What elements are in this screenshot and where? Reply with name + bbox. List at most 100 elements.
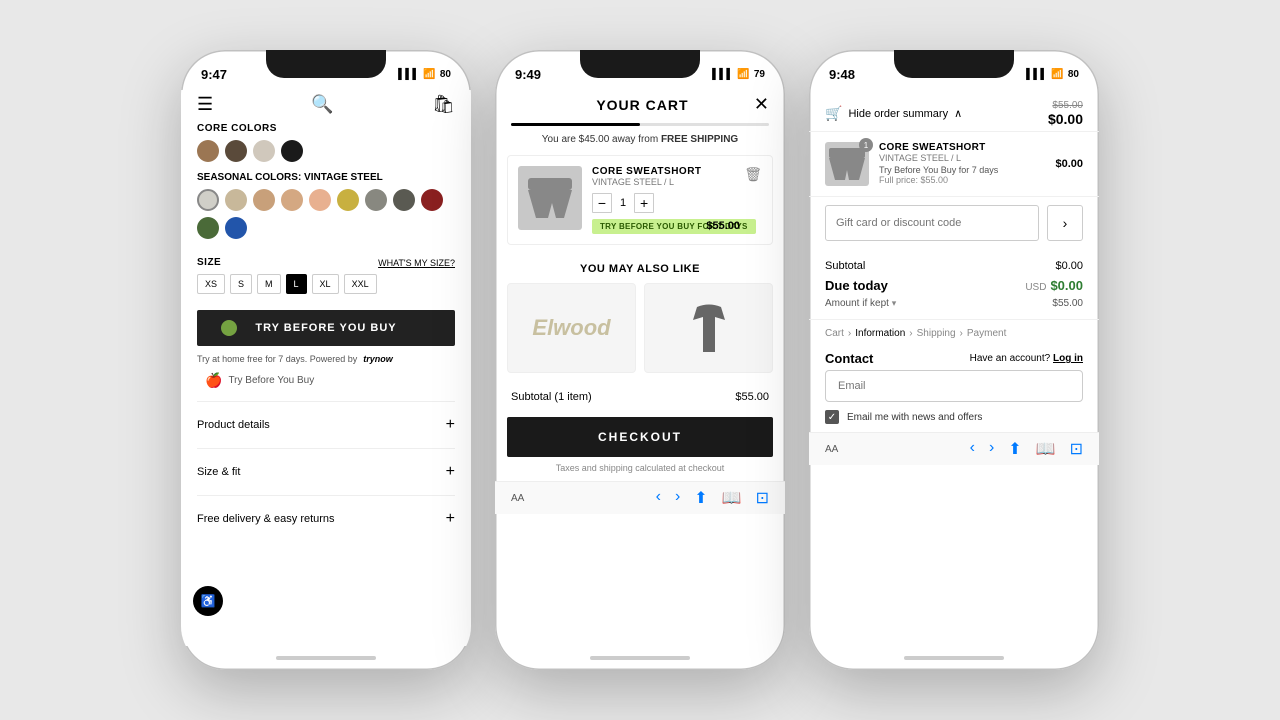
gift-code-input[interactable]: [825, 205, 1039, 241]
close-cart-button[interactable]: ✕: [754, 94, 769, 115]
order-item-info: CORE SWEATSHORT VINTAGE STEEL / L Try Be…: [879, 142, 1045, 186]
share-icon-2[interactable]: ⬆: [694, 488, 707, 508]
hide-summary-text[interactable]: Hide order summary: [848, 108, 948, 120]
tabs-icon-3[interactable]: ⊡: [1070, 439, 1083, 459]
swatch-dark-grey[interactable]: [393, 189, 415, 211]
contact-label: Contact: [825, 351, 873, 366]
search-icon[interactable]: 🔍: [311, 94, 333, 115]
size-m[interactable]: M: [257, 274, 281, 294]
size-xxl[interactable]: XXL: [344, 274, 377, 294]
cart-item: CORE SWEATSHORT VINTAGE STEEL / L − 1 + …: [507, 155, 773, 245]
swatch-blue[interactable]: [225, 217, 247, 239]
swatch-grey[interactable]: [365, 189, 387, 211]
size-xl[interactable]: XL: [312, 274, 339, 294]
subtotal-label: Subtotal (1 item): [511, 391, 592, 403]
breadcrumb-payment[interactable]: Payment: [967, 328, 1006, 339]
like-item-2[interactable]: [644, 283, 773, 373]
swatch-tan[interactable]: [225, 189, 247, 211]
swatch-brown[interactable]: [197, 140, 219, 162]
size-xs[interactable]: XS: [197, 274, 225, 294]
subtotal-price: $55.00: [735, 391, 769, 403]
signal-icon-2: ▌▌▌: [712, 69, 733, 80]
battery-icon-2: 79: [754, 69, 765, 80]
chevron-down-icon: ▾: [892, 298, 897, 308]
gift-apply-button[interactable]: ›: [1047, 205, 1083, 241]
size-l[interactable]: L: [286, 274, 307, 294]
swatch-dark-brown[interactable]: [225, 140, 247, 162]
email-optin-checkbox[interactable]: ✓: [825, 410, 839, 424]
whats-my-size-link[interactable]: WHAT'S MY SIZE?: [378, 258, 455, 268]
login-link: Have an account? Log in: [970, 353, 1083, 364]
swatch-light[interactable]: [253, 140, 275, 162]
tabs-icon-2[interactable]: ⊡: [756, 488, 769, 508]
subtotal-row: Subtotal (1 item) $55.00: [495, 383, 785, 411]
taxes-note: Taxes and shipping calculated at checkou…: [495, 463, 785, 473]
breadcrumb-information[interactable]: Information: [855, 328, 905, 339]
qty-decrease-button[interactable]: −: [592, 193, 612, 213]
product-details-row[interactable]: Product details +: [181, 408, 471, 442]
phone-cart: 9:49 ▌▌▌ 📶 79 YOUR CART ✕ You are $45.00…: [495, 50, 785, 670]
qty-increase-button[interactable]: +: [634, 193, 654, 213]
order-summary-left: 🛒 Hide order summary ∧: [825, 105, 962, 122]
swatch-green[interactable]: [197, 217, 219, 239]
home-bar-3: [904, 656, 1004, 660]
share-icon-3[interactable]: ⬆: [1008, 439, 1021, 459]
like-item-2-img: [687, 302, 731, 354]
amount-kept-row: Amount if kept ▾ $55.00: [825, 296, 1083, 311]
trybuy-dot: [221, 320, 237, 336]
swatch-peach[interactable]: [253, 189, 275, 211]
divider-2: [197, 448, 455, 449]
font-size-icon-3[interactable]: AA: [825, 444, 838, 455]
home-indicator-2: [495, 646, 785, 670]
divider-1: [197, 401, 455, 402]
order-item-name: CORE SWEATSHORT: [879, 142, 1045, 153]
size-fit-row[interactable]: Size & fit +: [181, 455, 471, 489]
phone-product: 9:47 ▌▌▌ 📶 80 ☰ 🔍 🛍 CORE COLORS SEASON: [181, 50, 471, 670]
time-2: 9:49: [515, 67, 541, 82]
like-item-1[interactable]: Elwood: [507, 283, 636, 373]
size-header: SIZE WHAT'S MY SIZE?: [197, 257, 455, 268]
delete-item-button[interactable]: 🗑: [744, 166, 762, 183]
swatch-salmon[interactable]: [309, 189, 331, 211]
swatch-vintage-steel[interactable]: [197, 189, 219, 211]
gift-code-row: ›: [825, 205, 1083, 241]
cart-item-image: [518, 166, 582, 230]
breadcrumb-sep-3: ›: [960, 328, 963, 339]
status-icons-1: ▌▌▌ 📶 80: [398, 69, 451, 80]
swatch-black[interactable]: [281, 140, 303, 162]
checkout-button[interactable]: CHECKOUT: [507, 417, 773, 457]
expand-icon-1: +: [446, 416, 455, 434]
amount-kept-label[interactable]: Amount if kept ▾: [825, 298, 896, 309]
battery-icon: 80: [440, 69, 451, 80]
back-icon-3[interactable]: ‹: [970, 439, 975, 459]
swatch-gold[interactable]: [337, 189, 359, 211]
product-page-content: ☰ 🔍 🛍 CORE COLORS SEASONAL COLORS: VINTA…: [181, 90, 471, 646]
divider-3: [197, 495, 455, 496]
swatch-red[interactable]: [421, 189, 443, 211]
back-icon-2[interactable]: ‹: [656, 488, 661, 508]
breadcrumb-shipping[interactable]: Shipping: [917, 328, 956, 339]
bookmarks-icon-3[interactable]: 📖: [1036, 439, 1056, 459]
font-size-icon-2[interactable]: AA: [511, 493, 524, 504]
try-before-buy-button[interactable]: TRY BEFORE YOU BUY: [197, 310, 455, 346]
bookmarks-icon-2[interactable]: 📖: [722, 488, 742, 508]
breadcrumb-cart[interactable]: Cart: [825, 328, 844, 339]
original-price: $55.00: [1048, 100, 1083, 111]
expand-icon-2: +: [446, 463, 455, 481]
swatch-sand[interactable]: [281, 189, 303, 211]
free-returns-row[interactable]: Free delivery & easy returns +: [181, 502, 471, 536]
forward-icon-3[interactable]: ›: [989, 439, 994, 459]
menu-icon[interactable]: ☰: [197, 94, 213, 115]
size-s[interactable]: S: [230, 274, 252, 294]
forward-icon-2[interactable]: ›: [675, 488, 680, 508]
log-in-link[interactable]: Log in: [1053, 353, 1083, 364]
cart-icon-checkout: 🛒: [825, 105, 842, 122]
email-input[interactable]: [825, 370, 1083, 402]
contact-row: Contact Have an account? Log in: [809, 345, 1099, 370]
apple-pay-row: 🍎 Try Before You Buy: [181, 372, 471, 395]
time-1: 9:47: [201, 67, 227, 82]
cart-icon[interactable]: 🛍: [432, 94, 455, 115]
accessibility-button[interactable]: ♿: [193, 586, 223, 616]
order-item-price: $0.00: [1055, 158, 1083, 170]
wifi-icon-3: 📶: [1051, 69, 1063, 80]
